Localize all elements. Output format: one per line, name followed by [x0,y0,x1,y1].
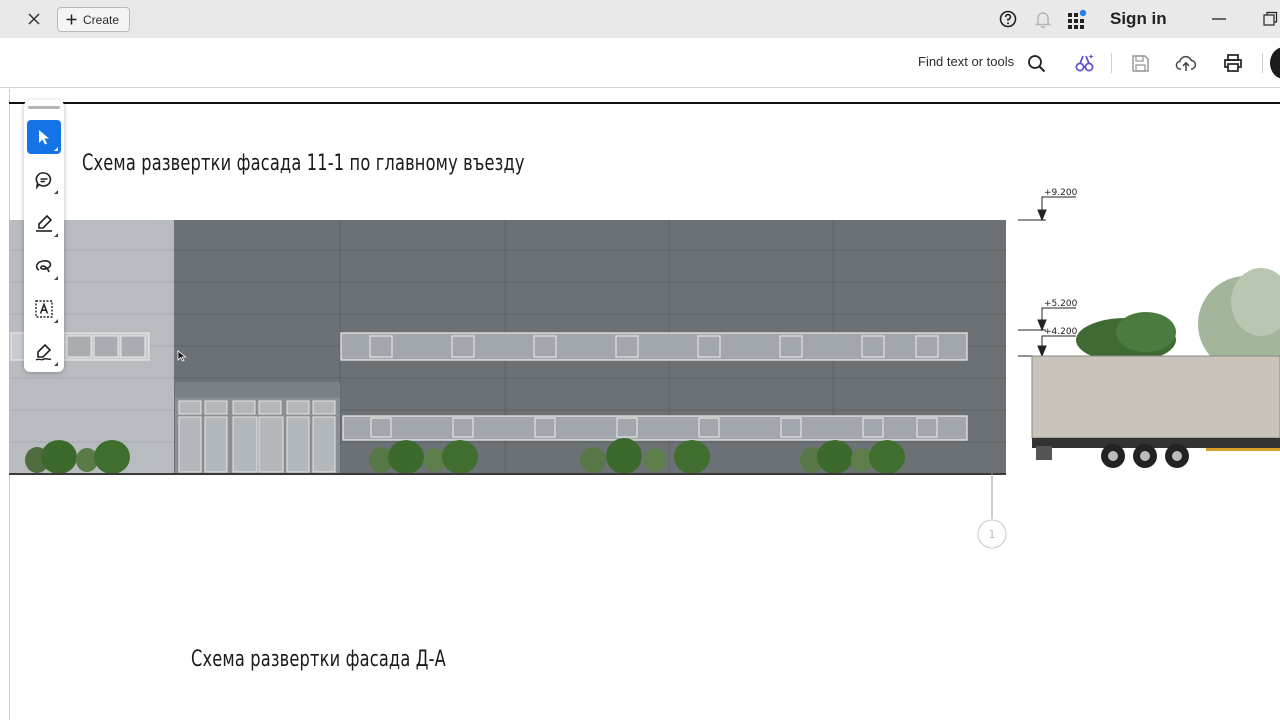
axis-marker-label: 1 [989,528,996,541]
comment-tool-button[interactable] [27,163,61,197]
sign-tool-button[interactable] [27,335,61,369]
notifications-bell-icon[interactable] [1031,7,1055,31]
elevation-label: +9.200 [1044,188,1078,198]
facade-heading-main-entry: Схема развертки фасада 11-1 по главному … [82,151,525,176]
signature-pen-icon [35,343,52,361]
apps-grid-icon[interactable] [1065,7,1089,31]
toolbar-drag-handle[interactable] [28,106,60,109]
ground-line [9,473,1006,475]
find-text-or-tools-label[interactable]: Find text or tools [918,54,1014,69]
toolbar-divider [1111,53,1112,73]
upload-cloud-icon[interactable] [1174,51,1198,75]
toolbar-divider [1262,53,1263,73]
marker-pen-icon [36,214,53,232]
minimize-window-icon[interactable] [1207,7,1231,31]
search-icon[interactable] [1024,51,1048,75]
elevation-label: +5.200 [1044,299,1078,309]
document-viewport[interactable]: Схема развертки фасада 11-1 по главному … [0,89,1280,720]
facade-heading-d-a: Схема развертки фасада Д-А [191,647,446,672]
text-box-icon [35,300,53,318]
create-button-label: Create [83,12,120,27]
print-icon[interactable] [1221,51,1245,75]
plus-icon [66,14,77,25]
drawing-frame-top [9,102,1280,104]
save-icon[interactable] [1128,51,1152,75]
elevation-and-truck-drawing: +9.200 +5.200 +4.200 [1018,188,1280,468]
arrow-cursor-icon [39,130,49,145]
create-button[interactable]: Create [57,7,130,32]
draw-tool-button[interactable] [27,249,61,283]
restore-window-icon[interactable] [1258,7,1280,31]
text-box-tool-button[interactable] [27,292,61,326]
help-icon[interactable] [996,7,1020,31]
mouse-cursor-icon [177,350,187,362]
main-toolbar: Find text or tools [0,38,1280,88]
highlight-tool-button[interactable] [27,206,61,240]
title-bar: Create Sign in [0,0,1280,38]
comment-bubble-icon [35,172,52,190]
facade-elevation-drawing [9,220,1006,474]
annotation-toolbar [24,100,64,372]
select-tool-button[interactable] [27,120,61,154]
close-tab-icon[interactable] [22,7,46,31]
ai-assistant-icon[interactable] [1073,51,1097,75]
elevation-label: +4.200 [1044,327,1078,337]
sign-in-link[interactable]: Sign in [1110,9,1167,29]
axis-marker: 1 [977,473,1007,549]
freeform-loop-icon [35,260,52,273]
